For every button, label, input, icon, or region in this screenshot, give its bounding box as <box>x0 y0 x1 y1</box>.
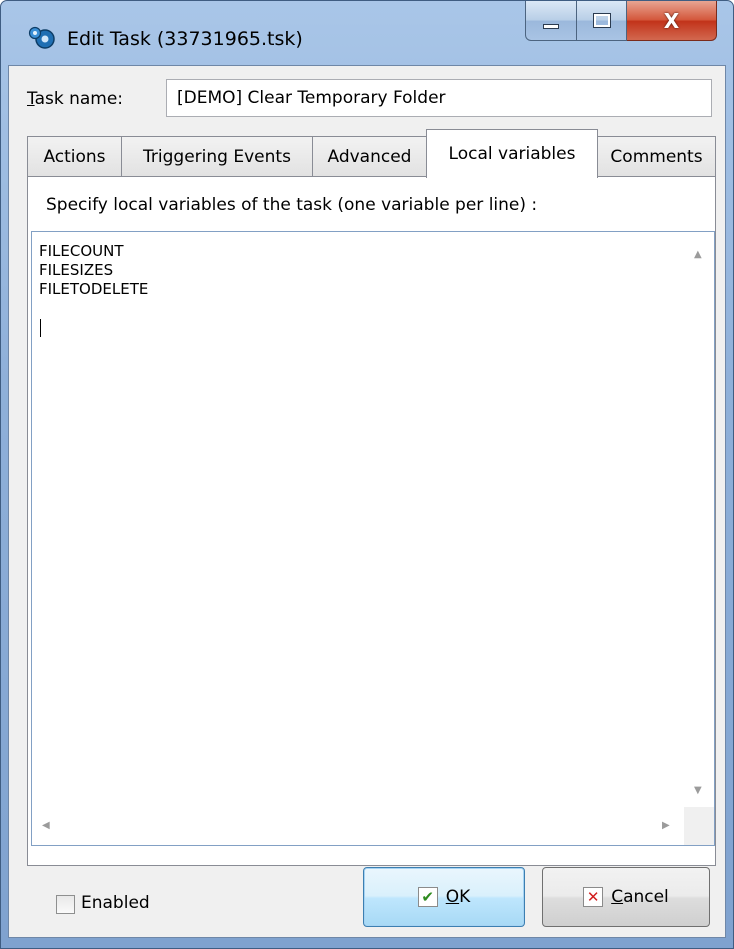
maximize-icon <box>592 13 611 28</box>
cancel-button-label: Cancel <box>611 887 669 907</box>
variable-line: FILECOUNT <box>39 242 124 260</box>
ok-label-rest: K <box>459 887 471 907</box>
app-gear-icon <box>27 25 57 51</box>
minimize-icon <box>543 24 559 29</box>
cancel-accelerator: C <box>611 887 624 907</box>
scroll-left-arrow-icon[interactable]: ◀ <box>42 821 50 831</box>
variable-line: FILESIZES <box>39 261 114 279</box>
task-name-label-accelerator: T <box>27 89 35 109</box>
checkmark-icon: ✔ <box>417 887 438 907</box>
cancel-x-icon: ✕ <box>583 887 604 907</box>
scrollbar-corner <box>684 807 714 845</box>
variables-text: FILECOUNT FILESIZES FILETODELETE <box>39 242 148 299</box>
window-title: Edit Task (33731965.tsk) <box>67 28 303 50</box>
close-button[interactable]: X <box>627 1 717 41</box>
tab-actions[interactable]: Actions <box>27 136 122 176</box>
maximize-button[interactable] <box>577 1 627 41</box>
panel-instructions: Specify local variables of the task (one… <box>46 195 538 215</box>
minimize-button[interactable] <box>525 1 577 41</box>
text-caret <box>40 319 41 337</box>
caption-buttons: X <box>525 1 717 41</box>
title-bar[interactable]: Edit Task (33731965.tsk) X <box>1 1 733 65</box>
cancel-label-rest: ancel <box>623 887 669 907</box>
ok-button-label: OK <box>446 887 471 907</box>
task-name-label: Task name: <box>27 89 123 109</box>
ok-accelerator: O <box>445 887 460 907</box>
variable-line: FILETODELETE <box>39 280 149 298</box>
enabled-checkbox[interactable] <box>56 895 75 914</box>
edit-task-window: Edit Task (33731965.tsk) X Task name: [D… <box>0 0 734 949</box>
task-name-label-text: ask name: <box>34 89 124 109</box>
task-name-input[interactable]: [DEMO] Clear Temporary Folder <box>166 79 712 117</box>
scroll-up-arrow-icon[interactable]: ▲ <box>694 250 702 260</box>
close-icon: X <box>663 8 680 33</box>
vertical-scrollbar[interactable]: ▲ ▼ <box>684 232 714 807</box>
ok-button[interactable]: ✔ OK <box>363 867 525 927</box>
horizontal-scrollbar[interactable]: ◀ ▶ <box>32 807 686 845</box>
enabled-label[interactable]: Enabled <box>81 893 150 913</box>
scroll-right-arrow-icon[interactable]: ▶ <box>662 821 670 831</box>
tab-triggering-events[interactable]: Triggering Events <box>121 136 313 176</box>
cancel-button[interactable]: ✕ Cancel <box>542 867 710 927</box>
tab-comments[interactable]: Comments <box>597 136 716 176</box>
tab-advanced[interactable]: Advanced <box>312 136 427 176</box>
scroll-down-arrow-icon[interactable]: ▼ <box>694 786 702 796</box>
variables-textarea[interactable]: FILECOUNT FILESIZES FILETODELETE ▲ ▼ ◀ ▶ <box>31 231 715 846</box>
tab-local-variables[interactable]: Local variables <box>426 129 598 178</box>
